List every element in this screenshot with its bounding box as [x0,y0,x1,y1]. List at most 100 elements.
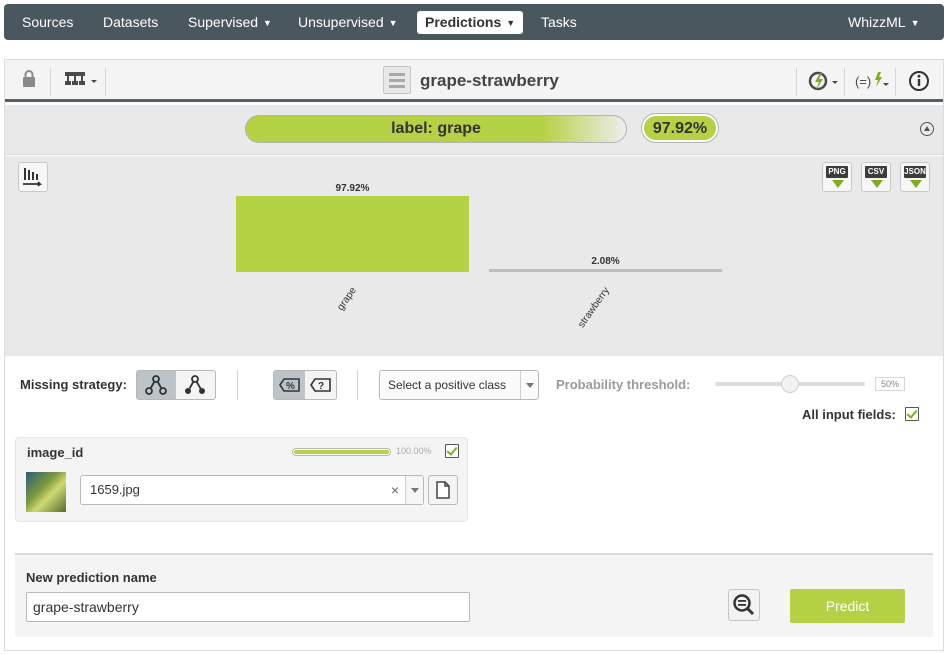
caret-down-icon: ▼ [388,18,398,28]
nav-unsupervised[interactable]: Unsupervised ▼ [298,11,398,34]
question-tag-icon: ? [310,378,331,392]
export-json-button[interactable]: JSON [900,162,930,192]
top-navigation: Sources Datasets Supervised ▼ Unsupervise… [4,4,944,40]
output-format-toggle: % ? [273,370,337,400]
category-tick-label: grape [335,285,359,313]
missing-strategy-toggle [136,370,216,400]
missing-strategy-last-prediction[interactable] [137,371,176,399]
toolbar-divider [844,68,845,96]
missing-strategy-label: Missing strategy: [20,377,127,392]
nav-label: Unsupervised [298,14,384,30]
chart-orientation-button[interactable] [18,162,48,192]
user-menu[interactable]: WhizzML ▼ [848,11,919,34]
nav-label: Tasks [541,14,577,30]
input-field-card: image_id 100.00% 1659.jpg × [15,437,468,522]
upload-file-button[interactable] [428,475,458,505]
confidence-badge: 97.92% [642,114,718,142]
options-divider [357,370,358,400]
tree-filled-icon [185,375,205,394]
export-png-label: PNG [826,166,848,178]
download-arrow-icon [871,180,883,188]
field-enabled-checkbox[interactable] [445,444,459,458]
category-tick-label: strawberry [576,285,612,330]
prediction-summary: label: grape 97.92% [5,105,943,155]
field-importance-text: 100.00% [396,446,432,456]
resource-toolbar: grape-strawberry (=) [5,60,943,102]
nav-label: Supervised [188,14,259,30]
positive-class-placeholder: Select a positive class [388,378,507,392]
probability-bar-chart: 97.92% grape 2.08% strawberry [236,183,722,330]
lightning-cycle-icon[interactable] [806,70,840,92]
show-explanation-button[interactable]: ? [305,371,336,399]
collapse-up-icon[interactable] [920,122,934,136]
bar-grape[interactable] [236,196,469,272]
percent-tag-icon: % [279,378,300,392]
clear-icon[interactable]: × [391,476,399,504]
missing-strategy-proportional[interactable] [176,371,215,399]
options-divider [237,370,238,400]
dropdown-arrow-icon [520,371,538,399]
prediction-name-label: New prediction name [26,570,157,585]
caret-down-icon: ▼ [506,18,516,28]
show-probability-button[interactable]: % [274,371,305,399]
toolbar-divider [895,68,896,96]
image-thumbnail [26,472,66,512]
nav-datasets[interactable]: Datasets [103,11,158,34]
download-arrow-icon [910,180,922,188]
page: Sources Datasets Supervised ▼ Unsupervise… [0,0,948,654]
page-title: grape-strawberry [420,71,559,90]
export-csv-button[interactable]: CSV [861,162,891,192]
toolbar-divider [50,68,51,96]
dropdown-arrow-icon[interactable] [405,476,423,504]
image-file-value: 1659.jpg [90,482,140,497]
title-resource-icon [383,66,411,94]
image-file-select[interactable]: 1659.jpg × [80,475,424,505]
nav-tasks[interactable]: Tasks [541,11,577,34]
svg-text:(=): (=) [855,74,871,89]
bar-value-label: 2.08% [591,256,619,267]
bar-strawberry[interactable] [489,269,722,272]
threshold-slider-thumb[interactable] [781,375,799,393]
probability-chart-area: 97.92% grape 2.08% strawberry PNG CSV JSON [5,156,943,356]
nav-supervised[interactable]: Supervised ▼ [188,11,272,34]
export-csv-label: CSV [865,166,887,178]
field-importance-bar [292,448,391,456]
caret-down-icon: ▼ [263,18,272,28]
nav-label: Datasets [103,14,159,30]
field-name: image_id [27,445,84,460]
export-json-label: JSON [904,166,926,178]
formula-lightning-icon[interactable]: (=) [855,70,891,92]
download-arrow-icon [832,180,844,188]
field-importance-fill [294,450,389,454]
model-tree-icon[interactable] [65,70,101,92]
threshold-label: Probability threshold: [556,377,691,392]
bars-arrow-icon [23,168,43,187]
nav-predictions[interactable]: Predictions ▼ [417,11,524,34]
all-input-fields-label: All input fields: [802,407,896,422]
toolbar-divider [796,68,797,96]
tree-branch-icon [145,375,167,395]
predicted-label: label: grape [245,115,627,143]
all-input-fields-checkbox[interactable] [905,407,919,421]
bar-value-label: 97.92% [336,183,370,194]
positive-class-select[interactable]: Select a positive class [379,370,539,400]
svg-text:?: ? [318,381,324,392]
toolbar-divider [105,68,106,96]
file-icon [436,481,450,499]
predict-button[interactable]: Predict [790,589,905,623]
preview-search-button[interactable] [728,589,760,621]
user-name: WhizzML [848,14,906,30]
prediction-panel: grape-strawberry (=) label: grape 97.92%… [4,59,944,651]
lock-icon[interactable] [22,70,36,92]
nav-label: Sources [22,14,74,30]
export-png-button[interactable]: PNG [822,162,852,192]
info-icon[interactable] [908,70,930,92]
new-prediction-bar: New prediction name Predict [15,553,933,637]
threshold-value: 50% [875,377,905,391]
caret-down-icon: ▼ [910,18,920,28]
nav-label: Predictions [425,14,502,30]
search-icon [733,594,755,616]
prediction-name-input[interactable] [26,592,470,622]
nav-sources[interactable]: Sources [22,11,73,34]
svg-text:%: % [286,381,295,392]
